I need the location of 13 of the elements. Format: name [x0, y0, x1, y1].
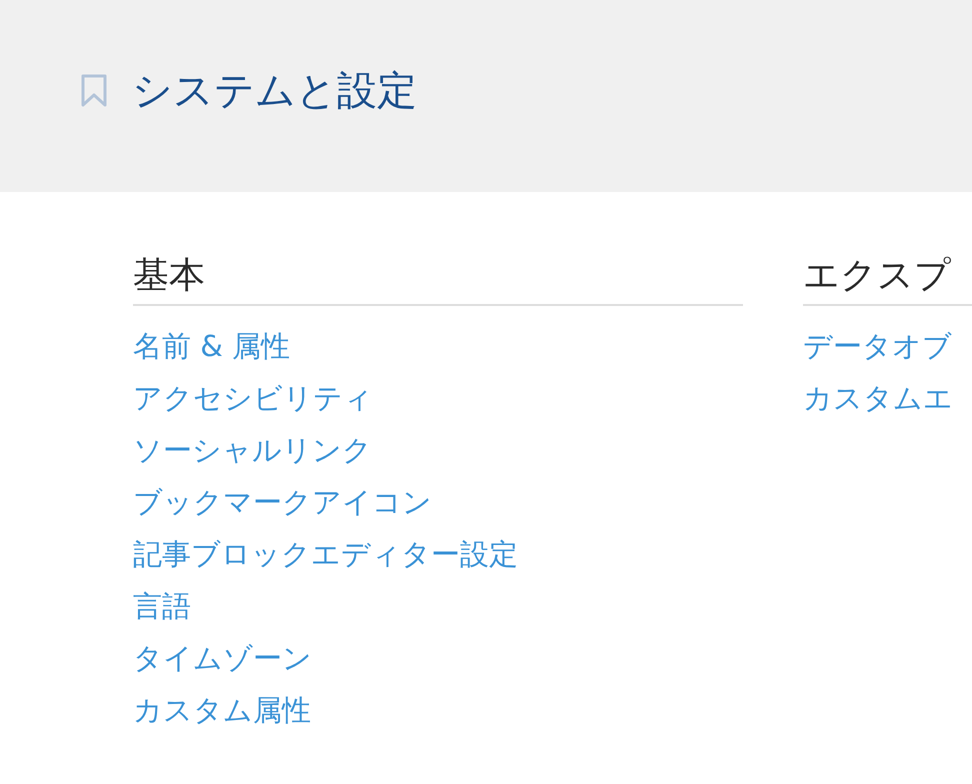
settings-link[interactable]: 言語 [133, 580, 191, 632]
settings-link[interactable]: カスタム属性 [133, 684, 311, 736]
settings-link[interactable]: ソーシャルリンク [133, 424, 372, 476]
settings-link[interactable]: タイムゾーン [133, 632, 312, 684]
settings-link[interactable]: ブックマークアイコン [133, 476, 432, 528]
section-heading: 基本 [133, 255, 205, 296]
settings-link[interactable]: アクセシビリティ [133, 372, 373, 424]
page-title: システムと設定 [132, 71, 417, 111]
settings-link[interactable]: カスタムエ [803, 372, 953, 424]
settings-link[interactable]: 名前 & 属性 [133, 320, 290, 372]
settings-link[interactable]: データオブ [803, 320, 952, 372]
settings-link[interactable]: 記事ブロックエディター設定 [133, 528, 518, 580]
section-heading: エクスプ [803, 255, 951, 296]
